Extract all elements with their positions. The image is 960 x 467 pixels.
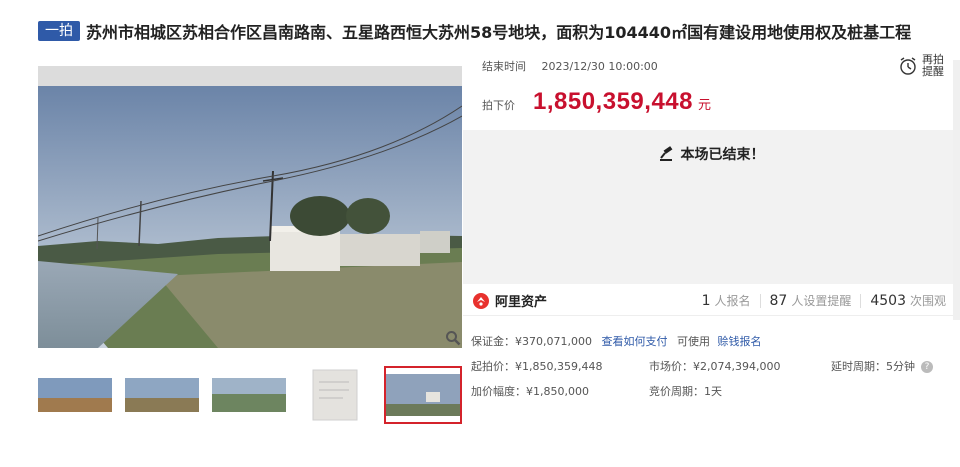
usable-text: 可使用: [676, 335, 710, 348]
start-price: 起拍价：¥1,850,359,448: [471, 360, 603, 373]
divider: [860, 293, 862, 308]
delay-period: 延时周期：5分钟: [831, 360, 915, 373]
final-price-value: 1,850,359,448: [533, 88, 693, 115]
final-price-row: 拍下价 1,850,359,448 元: [482, 88, 711, 116]
remind-label: 再拍提醒: [922, 53, 944, 78]
auction-title-bar: 一拍 苏州市相城区苏相合作区昌南路南、五星路西恒大苏州58号地块，面积为1044…: [38, 18, 911, 44]
ali-asset-logo-icon: [473, 292, 489, 309]
divider: [759, 293, 761, 308]
market-price: 市场价：¥2,074,394,000: [649, 360, 781, 373]
stat-counts: 1 人报名 87 人设置提醒 4503 次围观: [702, 292, 946, 309]
page-title: 苏州市相城区苏相合作区昌南路南、五星路西恒大苏州58号地块，面积为104440㎡…: [86, 23, 912, 42]
final-price-label: 拍下价: [482, 99, 515, 112]
how-to-pay-link[interactable]: 查看如何支付: [601, 335, 667, 348]
zoom-icon[interactable]: [445, 330, 461, 346]
auction-round-tag: 一拍: [38, 21, 80, 41]
reminder-count: 87: [769, 293, 788, 309]
help-icon[interactable]: ?: [921, 361, 933, 373]
thumbnail-2[interactable]: [125, 368, 199, 422]
delay-period-row: 延时周期：5分钟?: [831, 358, 933, 374]
thumbnail-5[interactable]: [384, 366, 462, 424]
reminder-label: 人设置提醒: [791, 294, 852, 308]
auction-info: 结束时间 2023/12/30 10:00:00 拍下价 1,850,359,4…: [463, 50, 960, 130]
auction-stats-bar: 阿里资产 1 人报名 87 人设置提醒 4503 次围观: [463, 284, 960, 316]
view-label: 次围观: [909, 294, 946, 308]
view-count: 4503: [870, 293, 906, 309]
brand-name: 阿里资产: [495, 295, 548, 310]
auction-ended-status: 本场已结束！: [463, 144, 960, 164]
thumbnail-strip: [38, 366, 462, 424]
bid-period: 竞价周期：1天: [649, 385, 722, 398]
thumbnail-4[interactable]: [299, 368, 373, 422]
brand[interactable]: 阿里资产: [472, 291, 547, 310]
auction-ended-text: 本场已结束！: [680, 147, 765, 163]
thumbnail-3[interactable]: [212, 368, 286, 422]
gavel-icon: [659, 146, 672, 161]
credit-signup-link[interactable]: 赊钱报名: [717, 335, 761, 348]
end-time-label: 结束时间: [482, 60, 526, 73]
side-panel-edge: [953, 60, 960, 320]
price-unit: 元: [697, 98, 711, 113]
deposit-text: 保证金：¥370,071,000: [471, 335, 592, 348]
thumbnail-1[interactable]: [38, 368, 112, 422]
deposit-row: 保证金：¥370,071,000 查看如何支付 可使用 赊钱报名: [471, 333, 761, 349]
end-time: 结束时间 2023/12/30 10:00:00: [482, 58, 658, 74]
bid-increment: 加价幅度：¥1,850,000: [471, 385, 589, 398]
signup-count: 1: [701, 293, 711, 309]
signup-label: 人报名: [714, 294, 751, 308]
land-photo: [38, 66, 462, 348]
main-photo[interactable]: [38, 66, 462, 348]
end-time-value: 2023/12/30 10:00:00: [541, 60, 658, 73]
alarm-clock-icon: [900, 57, 916, 75]
auction-status-panel: 本场已结束！: [463, 130, 960, 284]
remind-button[interactable]: 再拍提醒: [898, 54, 944, 78]
